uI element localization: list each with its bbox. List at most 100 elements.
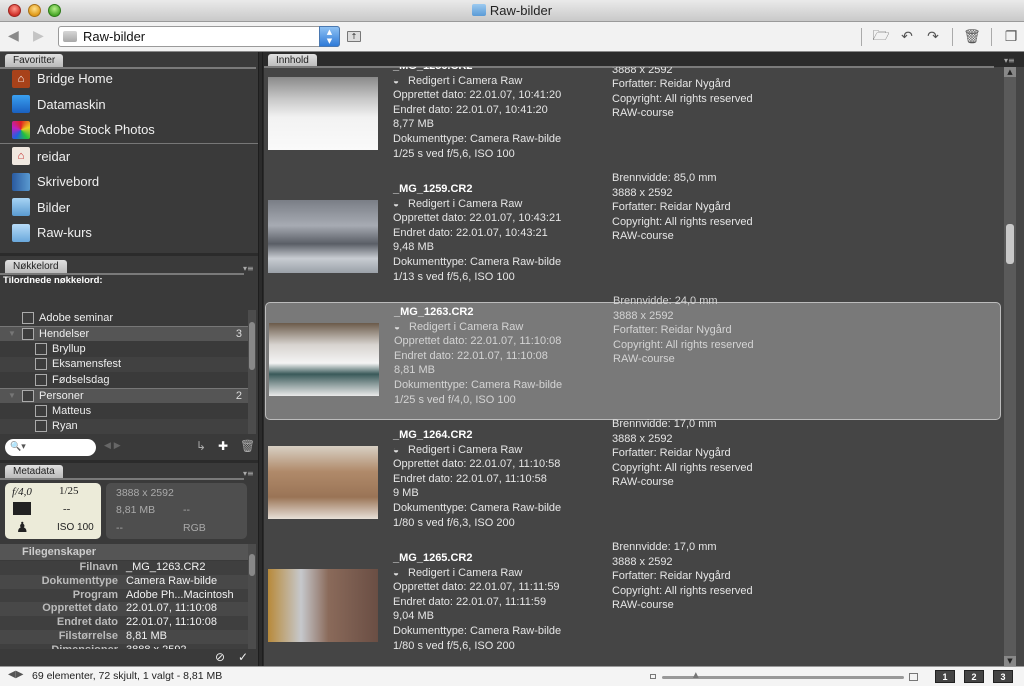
keyword-label: Personer (39, 389, 84, 402)
content-item[interactable]: _MG_1259.CR2 Redigert i Camera RawOpprett… (265, 172, 1001, 297)
small-thumbnail-icon (650, 674, 656, 679)
thumbnail-size-slider[interactable]: ▲ (648, 671, 918, 683)
apply-checkmark-icon[interactable]: ✓ (238, 650, 248, 664)
thumbnail-image[interactable] (268, 200, 378, 273)
thumbnail-image[interactable] (269, 323, 379, 396)
document-type: Dokumenttype: Camera Raw-bilde (393, 255, 562, 268)
file-info: _MG_1256.CR2Redigert i Camera RawOpprett… (393, 67, 561, 161)
keyword-checkbox[interactable] (35, 358, 47, 371)
keyword-checkbox[interactable] (35, 373, 47, 386)
trash-icon[interactable]: 🗑 (962, 27, 982, 47)
favorite-item-pictures[interactable]: Bilder (4, 195, 256, 221)
copyright: Copyright: All rights reserved (612, 92, 753, 105)
back-arrow-icon[interactable]: ◀ (8, 29, 24, 43)
content-scrollbar[interactable]: ▲ ▼ (1004, 67, 1016, 666)
dimensions: 3888 x 2592 (612, 67, 673, 76)
property-value[interactable]: _MG_1263.CR2 (126, 561, 206, 575)
forward-arrow-icon[interactable]: ▶ (33, 29, 49, 43)
favorite-item-desktop[interactable]: Skrivebord (4, 169, 256, 195)
keyword-row[interactable]: Bryllup (0, 341, 248, 357)
keyword-row[interactable]: Fødselsdag (0, 372, 248, 388)
scrollbar-thumb[interactable] (1006, 224, 1014, 264)
slider-knob[interactable]: ▲ (691, 671, 701, 681)
search-nav-arrows-icon[interactable]: ◀ ▶ (104, 441, 121, 451)
content-item[interactable]: _MG_1256.CR2Redigert i Camera RawOpprett… (265, 67, 1001, 174)
keyword-checkbox[interactable] (35, 342, 47, 355)
thumbnail-image[interactable] (268, 77, 378, 150)
favorite-item-bridge-home[interactable]: ⌂ Bridge Home (4, 66, 256, 92)
created-date: Opprettet dato: 22.01.07, 11:11:59 (393, 581, 560, 594)
view-button-2[interactable]: 2 (964, 670, 984, 683)
person-icon: ♟ (16, 521, 29, 536)
delete-keyword-icon[interactable]: 🗑 (240, 439, 255, 453)
panel-divider[interactable] (258, 52, 263, 666)
property-value: 8,81 MB (126, 629, 167, 642)
new-sub-keyword-icon[interactable]: ↳ (196, 439, 206, 453)
keyword-checkbox[interactable] (35, 404, 47, 417)
rotate-left-icon[interactable]: ↶ (897, 27, 917, 47)
color-mode-value: RGB (183, 522, 206, 534)
panel-menu-icon[interactable]: ▾≡ (1004, 56, 1018, 66)
view-button-1[interactable]: 1 (935, 670, 955, 683)
thumbnail-image[interactable] (268, 446, 378, 519)
keyword: RAW-course (612, 230, 674, 243)
exposure-info: 1/25 s ved f/4,0, ISO 100 (394, 393, 516, 406)
keyword-row[interactable]: Matteus (0, 403, 248, 419)
exposure-info: 1/80 s ved f/6,3, ISO 200 (393, 516, 515, 529)
window-title-text: Raw-bilder (489, 3, 553, 18)
keyword-row[interactable]: Ryan (0, 418, 248, 434)
toolbar-separator (991, 28, 992, 46)
keyword-checkbox[interactable] (22, 327, 34, 340)
tab-metadata[interactable]: Metadata (5, 465, 63, 479)
keywords-scrollbar[interactable] (248, 310, 256, 434)
disclosure-triangle-icon[interactable]: ▼ (8, 391, 16, 400)
property-value: 3888 x 2592 (126, 644, 187, 649)
toggle-panels-icon[interactable]: ◀▶ (8, 669, 23, 680)
metadata-scrollbar[interactable] (248, 544, 256, 649)
edited-status: Redigert i Camera Raw (393, 197, 561, 212)
thumbnail-image[interactable] (268, 569, 378, 642)
compact-mode-icon[interactable]: ❐ (1001, 27, 1021, 47)
favorite-label: Bridge Home (37, 71, 113, 87)
view-button-3[interactable]: 3 (993, 670, 1013, 683)
rotate-right-icon[interactable]: ↷ (923, 27, 943, 47)
keyword-checkbox[interactable] (35, 420, 47, 433)
favorite-item-stock-photos[interactable]: Adobe Stock Photos (4, 117, 256, 143)
favorite-item-computer[interactable]: Datamaskin (4, 92, 256, 118)
content-item[interactable]: _MG_1264.CR2 Redigert i Camera RawOpprett… (265, 418, 1001, 543)
dropdown-stepper-icon[interactable]: ▲ ▼ (319, 26, 340, 47)
file-name: _MG_1263.CR2 (394, 306, 474, 318)
keyword-group-row[interactable]: ▼ Personer 2 (0, 387, 248, 403)
panel-splitter[interactable] (0, 253, 258, 256)
file-properties-header[interactable]: Filegenskaper (0, 544, 248, 560)
focal-length: Brennvidde: 17,0 mm (612, 418, 717, 430)
content-item[interactable]: _MG_1263.CR2 Redigert i Camera RawOpprett… (265, 295, 1001, 420)
modified-date: Endret dato: 22.01.07, 11:10:08 (394, 349, 548, 362)
scroll-down-icon[interactable]: ▼ (1004, 656, 1016, 666)
panel-splitter[interactable] (0, 460, 258, 463)
panel-menu-icon[interactable]: ▾≡ (243, 264, 257, 274)
scrollbar-thumb[interactable] (249, 322, 255, 370)
keyword-search-input[interactable]: 🔍▾ (5, 439, 96, 456)
new-folder-icon[interactable]: 🗁 (871, 27, 891, 47)
favorite-item-reidar[interactable]: ⌂ reidar (4, 144, 256, 170)
keyword-count: 3 (235, 327, 242, 340)
path-dropdown[interactable]: Raw-bilder ▲ ▼ (58, 26, 340, 47)
favorite-item-raw-kurs[interactable]: Raw-kurs (4, 220, 256, 246)
keyword-row[interactable]: Eksamensfest (0, 356, 248, 372)
panel-menu-icon[interactable]: ▾≡ (243, 469, 257, 479)
keyword: RAW-course (612, 599, 674, 612)
cancel-icon[interactable]: ⊘ (215, 650, 225, 664)
keyword-checkbox[interactable] (22, 311, 34, 324)
panel-border (0, 478, 244, 480)
keyword-row[interactable]: Adobe seminar (0, 310, 248, 326)
tab-keywords[interactable]: Nøkkelord (5, 260, 67, 274)
new-keyword-icon[interactable]: ✚ (218, 439, 228, 453)
disclosure-triangle-icon[interactable]: ▼ (8, 329, 16, 338)
keyword-checkbox[interactable] (22, 389, 34, 402)
keyword-group-row[interactable]: ▼ Hendelser 3 (0, 325, 248, 341)
parent-folder-button[interactable]: ↑ (347, 31, 361, 42)
scroll-up-icon[interactable]: ▲ (1004, 67, 1016, 77)
scrollbar-thumb[interactable] (249, 554, 255, 576)
content-item[interactable]: _MG_1265.CR2 Redigert i Camera RawOpprett… (265, 541, 1001, 666)
